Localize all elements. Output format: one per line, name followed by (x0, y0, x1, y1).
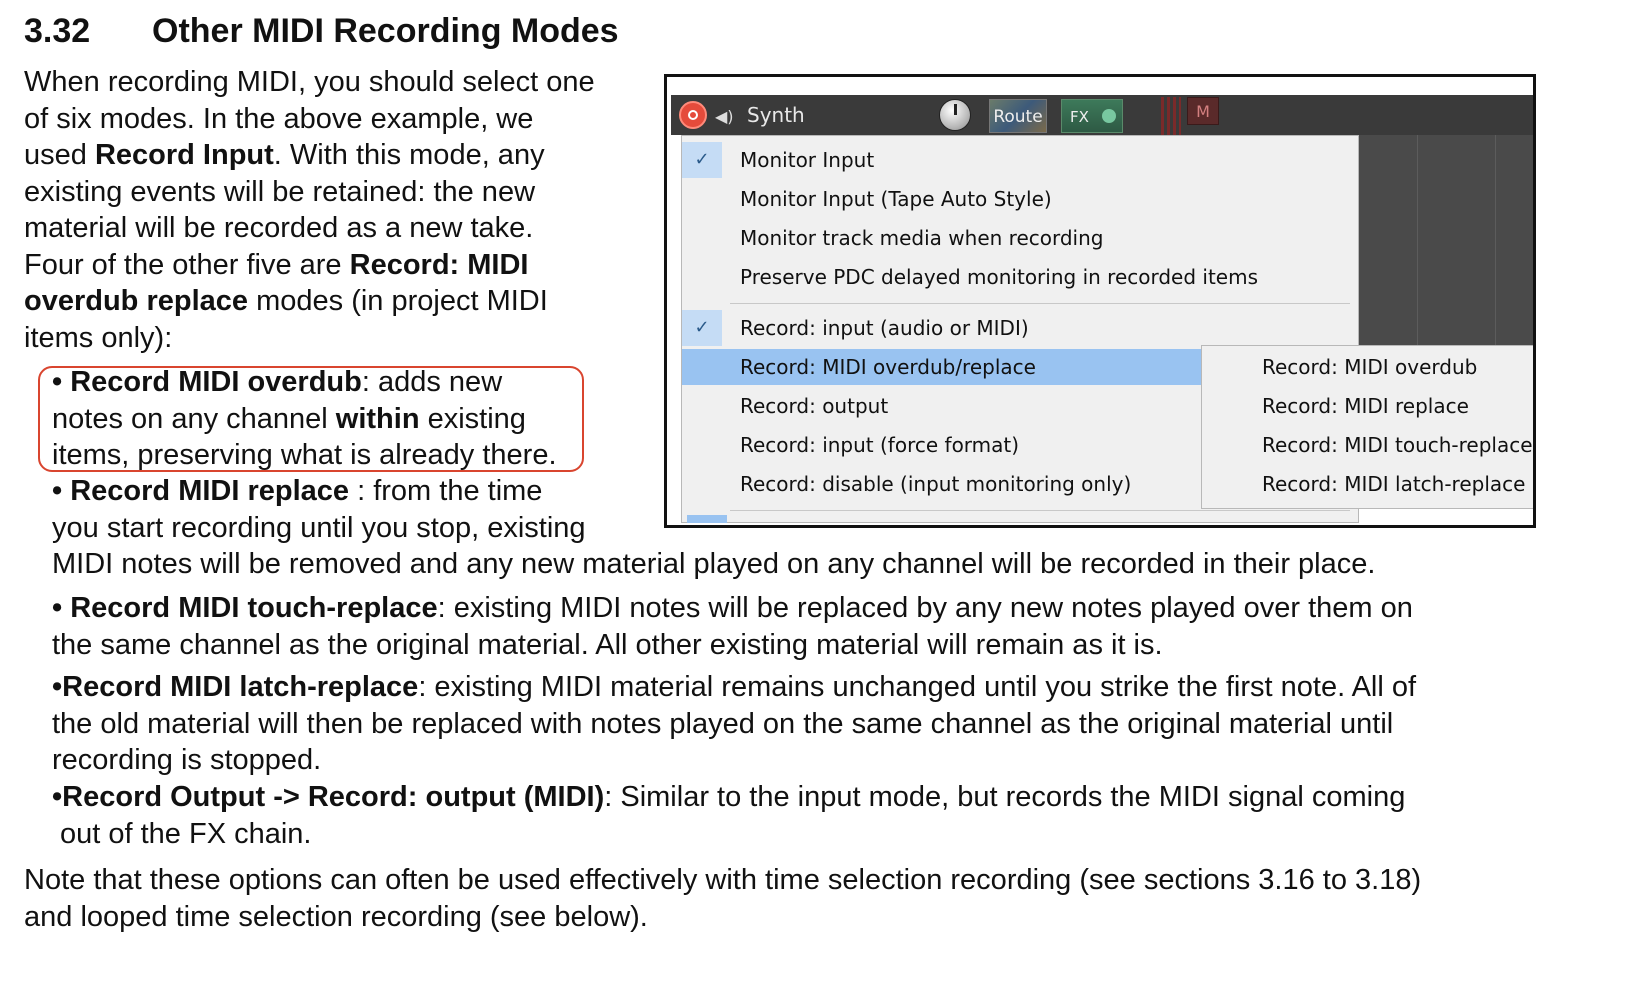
menu-item-record-input[interactable]: ✓ Record: input (audio or MIDI) (682, 310, 1202, 346)
fx-label: FX (1070, 108, 1089, 126)
menu-item-monitor-media[interactable]: Monitor track media when recording (682, 220, 1202, 256)
menu-item-record-output[interactable]: Record: output (682, 388, 1202, 424)
term: Record Output -> Record: output (MIDI) (62, 781, 605, 813)
text: the same channel as the original materia… (52, 628, 1163, 661)
intro-line: items only): (24, 321, 173, 354)
section-heading: 3.32 Other MIDI Recording Modes (24, 12, 619, 51)
menu-item-label: Record: input (audio or MIDI) (740, 316, 1029, 340)
section-number: 3.32 (24, 12, 91, 50)
record-input-term: Record Input (94, 139, 274, 171)
text: used (24, 139, 95, 171)
intro-line: When recording MIDI, you should select o… (24, 66, 595, 98)
fx-button[interactable]: FX (1061, 99, 1123, 133)
intro-line: of six modes. In the above example, we (24, 102, 534, 135)
text: : adds new (361, 366, 503, 398)
bullet-dot: • (52, 671, 63, 703)
check-icon: ✓ (682, 310, 722, 346)
check-icon: ✓ (682, 142, 722, 178)
text: out of the FX chain. (60, 817, 312, 850)
intro-line: used Record Input. With this mode, any (24, 137, 664, 174)
section-title: Other MIDI Recording Modes (152, 12, 619, 50)
submenu-item-latch-replace[interactable]: Record: MIDI latch-replace (1262, 465, 1525, 503)
text: : from the time (349, 475, 543, 507)
track-name[interactable]: Synth (747, 103, 805, 127)
bullet-dot: • (52, 366, 63, 398)
menu-item-label: Monitor Input (740, 148, 875, 172)
menu-item-label: Record: input (force format) (740, 433, 1020, 457)
reaper-menu-screenshot: ◀) Synth Route FX M ✓ Monitor Input Monit… (664, 74, 1536, 528)
menu-separator (730, 303, 1350, 304)
term: Record MIDI latch-replace (62, 671, 419, 703)
menu-item-label: Record: disable (input monitoring only) (740, 472, 1132, 496)
bullet-dot: • (52, 592, 63, 624)
menu-item-label: Record: MIDI overdub/replace (740, 355, 1036, 379)
term: overdub replace (24, 285, 249, 317)
menu-item-preserve-pdc[interactable]: Preserve PDC delayed monitoring in recor… (682, 259, 1342, 295)
term: Record MIDI replace (70, 475, 350, 507)
bullet-touch-replace: • Record MIDI touch-replace: existing MI… (52, 590, 1413, 663)
route-button[interactable]: Route (989, 99, 1047, 133)
menu-item-record-disable[interactable]: Record: disable (input monitoring only) (682, 466, 1202, 502)
menu-separator (730, 510, 1350, 511)
menu-item-force-format[interactable]: Record: input (force format) (682, 427, 1202, 463)
speaker-icon[interactable]: ◀) (715, 107, 734, 126)
submenu-item-overdub[interactable]: Record: MIDI overdub (1262, 348, 1477, 386)
intro-line: material will be recorded as a new take. (24, 212, 534, 244)
overdub-submenu: Record: MIDI overdub Record: MIDI replac… (1201, 345, 1533, 509)
menu-item-monitor-input[interactable]: ✓ Monitor Input (682, 142, 1202, 178)
intro-line: overdub replace modes (in project MIDI (24, 283, 664, 320)
record-arm-button[interactable] (679, 101, 707, 129)
bullet-output: •Record Output -> Record: output (MIDI):… (52, 779, 1405, 852)
menu-item-label: Monitor Input (Tape Auto Style) (740, 187, 1052, 211)
bullet-latch-replace: •Record MIDI latch-replace: existing MID… (52, 669, 1416, 779)
text: : existing MIDI material remains unchang… (418, 671, 1417, 703)
menu-item-label: Monitor track media when recording (740, 226, 1104, 250)
term: Record MIDI overdub (70, 366, 362, 398)
text: . With this mode, any (273, 139, 545, 171)
submenu-item-touch-replace[interactable]: Record: MIDI touch-replace (1262, 426, 1533, 464)
term: within (335, 402, 420, 435)
mute-button[interactable]: M (1187, 97, 1219, 125)
text: items, preserving what is already there. (52, 439, 557, 471)
volume-knob[interactable] (939, 99, 971, 131)
meter-bars (1161, 97, 1181, 137)
text: modes (in project MIDI (248, 285, 548, 317)
menu-item-monitor-tape[interactable]: Monitor Input (Tape Auto Style) (682, 181, 1202, 217)
submenu-item-replace[interactable]: Record: MIDI replace (1262, 387, 1469, 425)
menu-item-label: Record: output (740, 394, 889, 418)
text: MIDI notes will be removed and any new m… (52, 548, 1376, 580)
intro-line: Four of the other five are Record: MIDI (24, 247, 664, 284)
note-paragraph: Note that these options can often be use… (24, 862, 1421, 935)
text: Four of the other five are (24, 248, 350, 281)
menu-scroll-indicator (687, 515, 727, 523)
text: : existing MIDI notes will be replaced b… (437, 592, 1413, 624)
term: Record: MIDI (349, 248, 529, 281)
text: recording is stopped. (52, 744, 322, 776)
text: notes on any channel (52, 402, 336, 435)
text: existing (419, 402, 526, 435)
intro-paragraph: When recording MIDI, you should select o… (24, 64, 664, 356)
term: Record MIDI touch-replace (70, 592, 438, 624)
menu-item-midi-overdub-replace[interactable]: Record: MIDI overdub/replace (682, 349, 1202, 385)
power-icon[interactable] (1102, 109, 1116, 123)
text: : Similar to the input mode, but records… (604, 781, 1406, 813)
note-line: and looped time selection recording (see… (24, 900, 648, 933)
note-line: Note that these options can often be use… (24, 864, 1422, 896)
intro-line: existing events will be retained: the ne… (24, 175, 536, 208)
bullet-dot: • (52, 475, 63, 507)
menu-item-label: Preserve PDC delayed monitoring in recor… (740, 265, 1259, 289)
bullet-dot: • (52, 781, 63, 813)
bullet-overdub: • Record MIDI overdub: adds new notes on… (52, 364, 557, 474)
text: the old material will then be replaced w… (52, 707, 1394, 740)
